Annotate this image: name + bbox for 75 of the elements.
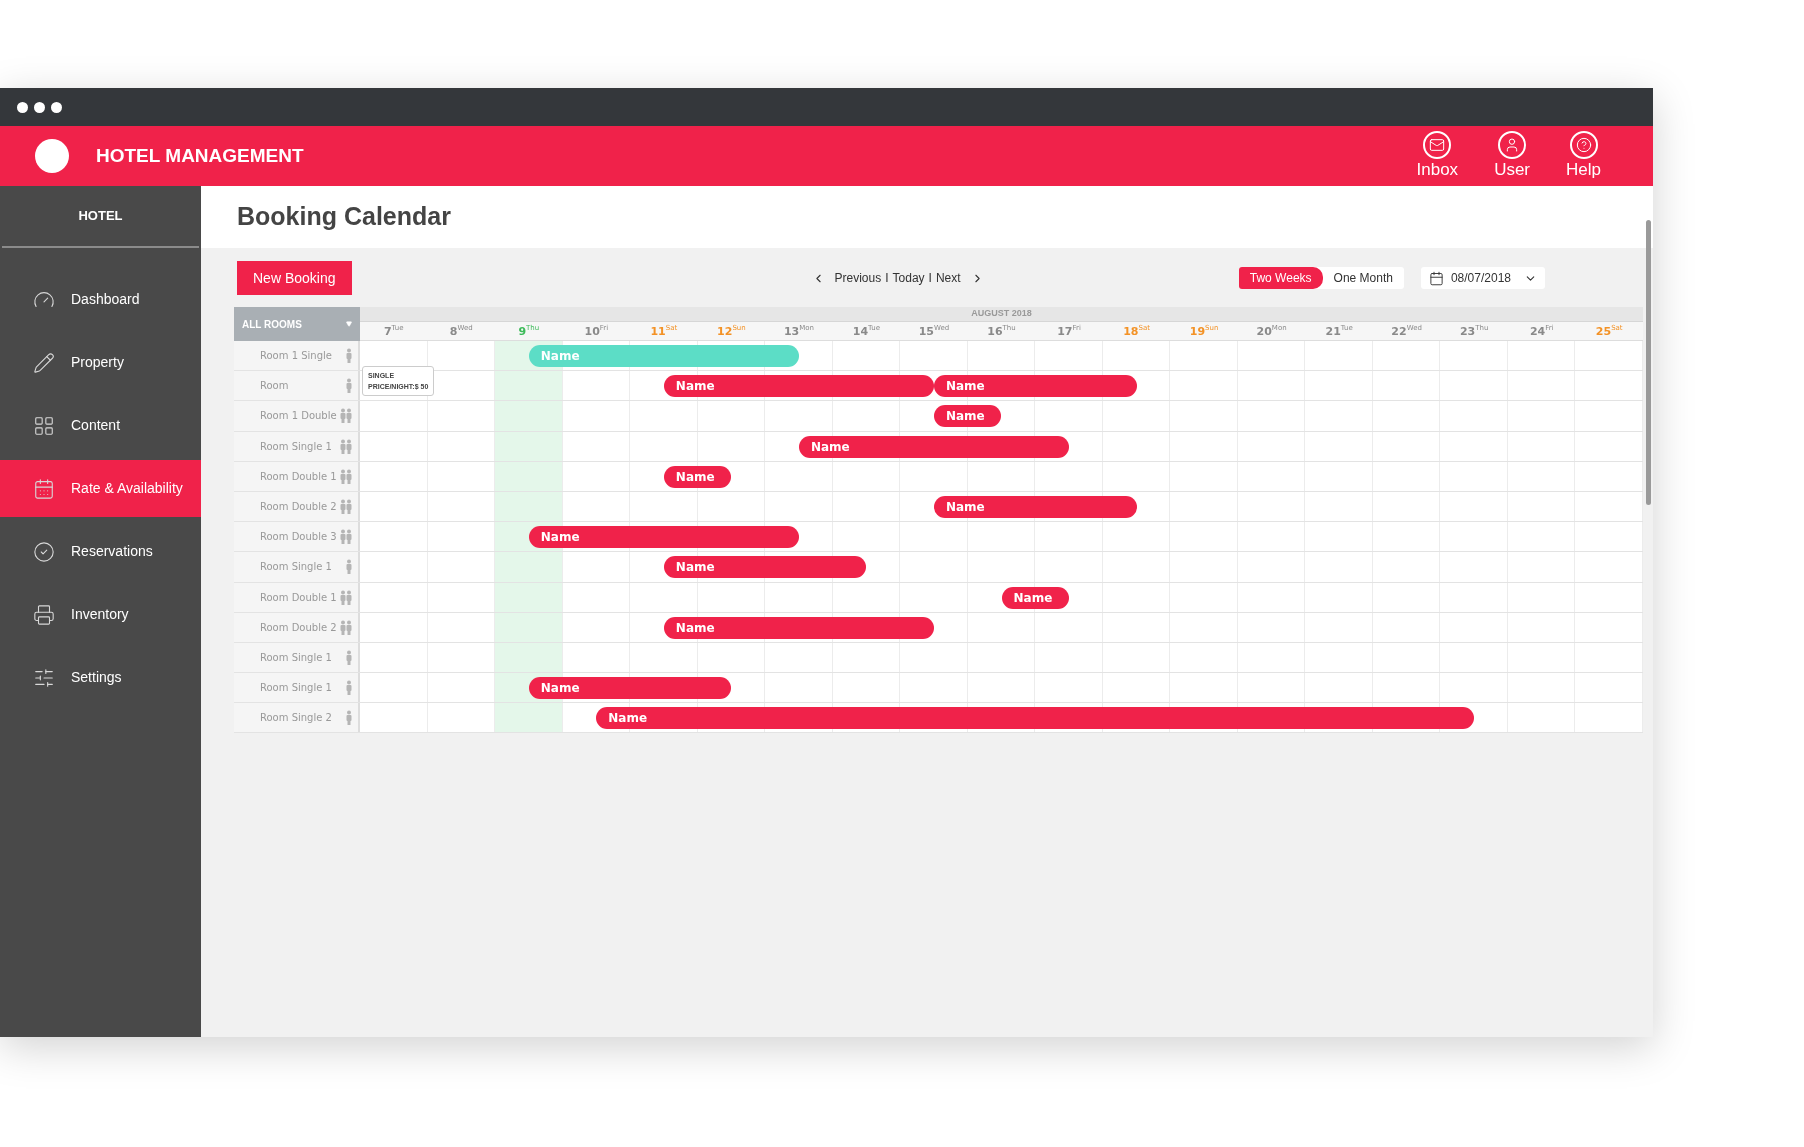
- header-action-button[interactable]: Inbox: [1414, 131, 1461, 181]
- nav-separator: I: [928, 270, 932, 287]
- month-label: AUGUST 2018: [971, 307, 1032, 321]
- booking-bar[interactable]: Name: [798, 435, 1069, 458]
- room-label: Room Single 1: [260, 439, 332, 454]
- date-picker[interactable]: 08/07/2018: [1420, 267, 1545, 289]
- calendar-icon: [1428, 270, 1444, 286]
- nav-link[interactable]: Next: [935, 269, 961, 287]
- grid-icon: [33, 414, 55, 437]
- booking-bar[interactable]: Name: [1001, 586, 1069, 609]
- settings-icon: [33, 666, 55, 689]
- new-booking-button[interactable]: New Booking: [237, 261, 352, 295]
- sidebar-title: HOTEL: [78, 207, 123, 226]
- room-label: Room Single 2: [260, 711, 332, 726]
- room-label: Room 1 Double: [260, 409, 337, 424]
- nav-link[interactable]: Previous: [834, 269, 882, 287]
- booking-bar[interactable]: Name: [933, 405, 1002, 428]
- booking-bar[interactable]: Name: [933, 375, 1137, 398]
- person-icon: [346, 378, 352, 394]
- person-icon: [346, 649, 352, 665]
- person-icon: [346, 710, 352, 726]
- two-persons-icon: [340, 499, 352, 515]
- room-label: Room Double 1: [260, 469, 337, 484]
- view-toggle-tab[interactable]: One Month: [1322, 267, 1404, 289]
- sidebar-item[interactable]: Property: [0, 334, 201, 391]
- person-icon: [346, 559, 352, 575]
- room-label: Room Double 1: [260, 590, 337, 605]
- sidebar-item[interactable]: Settings: [0, 649, 201, 706]
- dropdown-caret-icon: [346, 321, 352, 327]
- printer-icon: [33, 603, 55, 626]
- sidebar-item[interactable]: Content: [0, 397, 201, 454]
- room-label: Room Double 2: [260, 500, 337, 515]
- sidebar-item[interactable]: Inventory: [0, 586, 201, 643]
- page-title: Booking Calendar: [237, 201, 451, 233]
- user-icon: [1498, 131, 1527, 160]
- room-label: Room Double 2: [260, 620, 337, 635]
- booking-bar[interactable]: Name: [663, 616, 934, 639]
- sidebar-item[interactable]: Dashboard: [0, 271, 201, 328]
- calendar-icon: [33, 477, 55, 500]
- help-icon: [1569, 131, 1598, 160]
- view-toggle-tab[interactable]: Two Weeks: [1238, 267, 1323, 289]
- booking-bar[interactable]: Name: [663, 556, 867, 579]
- room-label: Room: [260, 379, 289, 394]
- mail-icon: [1423, 131, 1452, 160]
- room-label: Room Single 1: [260, 560, 332, 575]
- nav-link[interactable]: Today: [892, 269, 925, 287]
- sidebar-item[interactable]: Rate & Availability: [0, 460, 201, 517]
- two-persons-icon: [340, 619, 352, 635]
- header-action-button[interactable]: Help: [1564, 131, 1603, 181]
- pencil-icon: [33, 351, 55, 374]
- header-action-button[interactable]: User: [1492, 131, 1533, 181]
- booking-bar[interactable]: Name: [596, 707, 1475, 730]
- two-persons-icon: [340, 438, 352, 454]
- two-persons-icon: [340, 408, 352, 424]
- sidebar-item[interactable]: Reservations: [0, 523, 201, 580]
- two-persons-icon: [340, 589, 352, 605]
- booking-bar[interactable]: Name: [933, 495, 1137, 518]
- app-title: HOTEL MANAGEMENT: [96, 143, 304, 168]
- person-icon: [346, 680, 352, 696]
- two-persons-icon: [340, 468, 352, 484]
- person-icon: [346, 348, 352, 364]
- room-label: Room Double 3: [260, 530, 337, 545]
- booking-bar[interactable]: Name: [528, 526, 799, 549]
- booking-bar[interactable]: Name: [663, 465, 732, 488]
- booking-bar[interactable]: Name: [528, 677, 732, 700]
- rooms-filter-dropdown[interactable]: ALL ROOMS: [234, 307, 360, 341]
- room-label: Room Single 1: [260, 650, 332, 665]
- logo: [35, 139, 69, 173]
- booking-bar[interactable]: Name: [663, 375, 934, 398]
- nav-separator: I: [885, 270, 889, 287]
- check-circle-icon: [33, 540, 55, 563]
- room-label: Room Single 1: [260, 681, 332, 696]
- scrollbar[interactable]: [1646, 220, 1651, 505]
- two-persons-icon: [340, 529, 352, 545]
- room-label: Room 1 Single: [260, 349, 332, 364]
